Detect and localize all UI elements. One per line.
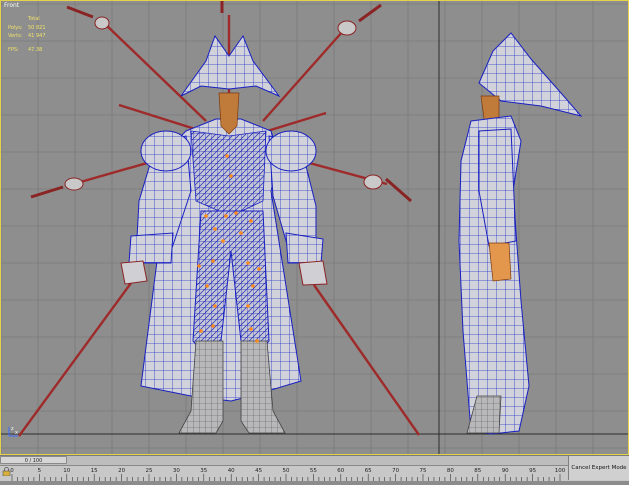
ruler-tick-label: 75 <box>420 468 427 474</box>
ruler-tick-label: 50 <box>283 468 290 474</box>
cancel-expert-mode-button[interactable]: Cancel Expert Mode <box>568 456 629 480</box>
ruler-tick-label: 85 <box>474 468 481 474</box>
svg-text:z: z <box>11 426 14 432</box>
ruler-tick-label: 30 <box>173 468 180 474</box>
ruler-tick-label: 60 <box>337 468 344 474</box>
ruler-tick-label: 25 <box>146 468 153 474</box>
svg-text:x: x <box>15 430 18 436</box>
character-side-wireframe[interactable] <box>1 1 629 455</box>
front-viewport[interactable]: Front Total Polys: 50 821 Verts: 41 947 … <box>0 0 629 455</box>
timeline-ruler[interactable]: 0 5 10 15 20 25 30 35 40 45 50 55 60 65 70 75 80 85 90 95 10… <box>0 465 570 481</box>
ruler-tick-label: 100 <box>555 468 566 474</box>
ruler-tick-label: 10 <box>63 468 70 474</box>
time-slider-bar[interactable]: 0 / 100 0 5 10 15 20 25 30 35 40 45 50 55 60 65 70 75 80… <box>0 455 629 481</box>
ruler-tick-label: 0 <box>10 468 14 474</box>
ruler-tick-label: 35 <box>200 468 207 474</box>
axis-gizmo-icon: z x <box>8 426 18 437</box>
ruler-tick-label: 90 <box>502 468 509 474</box>
ruler-tick-label: 40 <box>228 468 235 474</box>
ruler-tick-label: 5 <box>38 468 42 474</box>
ruler-tick-label: 55 <box>310 468 317 474</box>
ruler-tick-label: 15 <box>91 468 98 474</box>
ruler-tick-label: 65 <box>365 468 372 474</box>
side-hand <box>488 242 512 282</box>
time-slider-thumb[interactable]: 0 / 100 <box>0 456 67 464</box>
ruler-tick-label: 45 <box>255 468 262 474</box>
ruler-tick-label: 70 <box>392 468 399 474</box>
ruler-tick-label: 20 <box>118 468 125 474</box>
ruler-tick-label: 80 <box>447 468 454 474</box>
ruler-tick-label: 95 <box>529 468 536 474</box>
